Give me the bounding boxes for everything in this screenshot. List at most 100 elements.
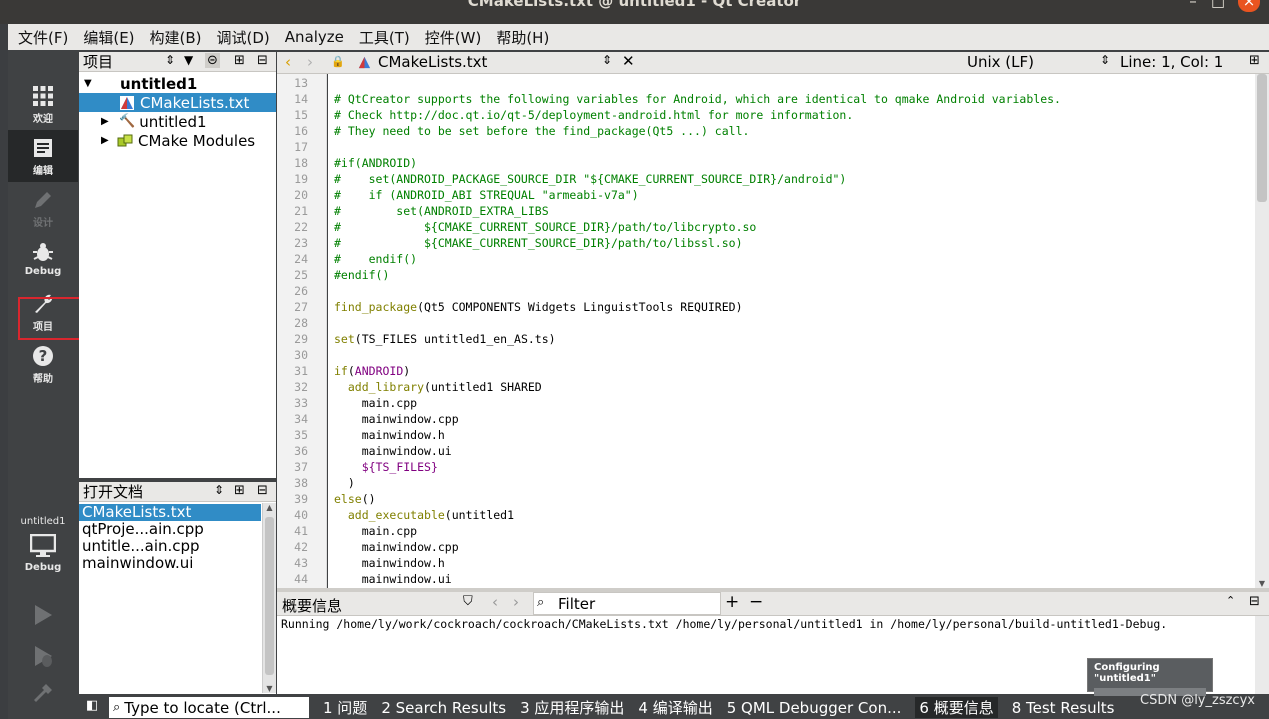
code-line: mainwindow.cpp xyxy=(334,412,459,426)
tab-general-messages[interactable]: 6 概要信息 xyxy=(915,697,998,718)
output-scrollbar[interactable] xyxy=(1255,616,1269,694)
filter-input[interactable]: ⌕ Filter xyxy=(533,592,721,615)
output-pane-title: 概要信息 xyxy=(282,597,343,615)
search-icon: ⌕ xyxy=(113,700,121,715)
open-documents-scrollbar[interactable]: ▲ ▼ xyxy=(262,503,276,693)
mode-help[interactable]: ? 帮助 xyxy=(8,338,78,390)
forward-icon[interactable]: › xyxy=(307,53,313,71)
mode-design[interactable]: 设计 xyxy=(8,182,78,234)
filter-icon[interactable]: ▼ xyxy=(184,53,193,67)
menu-debug[interactable]: 调试(D) xyxy=(217,27,270,48)
tree-item-label: CMakeLists.txt xyxy=(140,93,250,112)
window-title: CMakeLists.txt @ untitled1 - Qt Creator xyxy=(467,0,802,10)
progress-popup[interactable]: Configuring "untitled1" xyxy=(1087,658,1213,696)
line-number: 16 xyxy=(294,124,308,138)
prev-icon[interactable]: ‹ xyxy=(492,593,498,611)
output-pane-header: 概要信息 ⛉ ‹ › ⌕ Filter + − ⌃ ⊟ xyxy=(277,592,1269,616)
menu-edit[interactable]: 编辑(E) xyxy=(83,27,134,48)
menu-help[interactable]: 帮助(H) xyxy=(496,27,549,48)
line-number: 31 xyxy=(294,364,308,378)
scroll-up-icon[interactable]: ▲ xyxy=(263,503,276,512)
output-text: Running /home/ly/work/cockroach/cockroac… xyxy=(281,617,1168,631)
line-number: 42 xyxy=(294,540,308,554)
build-hammer-icon[interactable] xyxy=(32,680,54,704)
menu-file[interactable]: 文件(F) xyxy=(18,27,68,48)
split-icon[interactable]: ⊞ xyxy=(234,53,245,68)
next-icon[interactable]: › xyxy=(513,593,519,611)
editor-scrollbar[interactable]: ▲ ▼ xyxy=(1255,74,1269,588)
link-icon[interactable]: ⊝ xyxy=(205,53,220,68)
mode-welcome[interactable]: 欢迎 xyxy=(8,78,78,130)
dropdown-arrows-icon[interactable]: ⇕ xyxy=(1100,53,1110,67)
scroll-down-icon[interactable]: ▼ xyxy=(263,684,276,693)
menu-analyze[interactable]: Analyze xyxy=(285,28,344,46)
minimize-icon[interactable]: – xyxy=(1182,0,1204,12)
mode-label: 帮助 xyxy=(33,374,53,385)
tree-item-cmakelists[interactable]: CMakeLists.txt xyxy=(79,93,276,112)
toggle-sidebar-icon[interactable]: ◧ xyxy=(86,698,98,713)
close-panel-icon[interactable]: ⊟ xyxy=(257,483,268,498)
split-icon[interactable]: ⊞ xyxy=(234,483,245,498)
menu-tools[interactable]: 工具(T) xyxy=(359,27,410,48)
close-document-icon[interactable]: ✕ xyxy=(622,52,635,70)
line-number: 23 xyxy=(294,236,308,250)
search-icon: ⌕ xyxy=(537,595,545,610)
menu-window[interactable]: 控件(W) xyxy=(425,27,482,48)
mode-debug[interactable]: Debug xyxy=(8,234,78,286)
open-doc-item[interactable]: qtProje...ain.cpp xyxy=(79,521,204,538)
clear-output-icon[interactable]: ⛉ xyxy=(463,594,473,609)
code-line: # set(ANDROID_EXTRA_LIBS xyxy=(334,204,549,218)
line-number: 40 xyxy=(294,508,308,522)
zoom-in-icon[interactable]: + xyxy=(725,592,739,612)
kit-selector[interactable]: Debug xyxy=(8,534,78,584)
debug-run-icon[interactable] xyxy=(32,644,54,668)
code-editor[interactable]: # QtCreator supports the following varia… xyxy=(328,74,1255,588)
maximize-icon[interactable]: □ xyxy=(1207,0,1229,12)
close-pane-icon[interactable]: ⊟ xyxy=(1249,594,1260,609)
maximize-pane-icon[interactable]: ⌃ xyxy=(1226,594,1235,607)
view-select-arrows-icon[interactable]: ⇕ xyxy=(214,483,224,497)
tab-test-results[interactable]: 8 Test Results xyxy=(1012,699,1115,717)
expand-right-icon[interactable]: ▶ xyxy=(101,116,117,127)
menu-build[interactable]: 构建(B) xyxy=(150,27,202,48)
mode-edit[interactable]: 编辑 xyxy=(8,130,78,182)
code-line: ) xyxy=(334,476,355,490)
scroll-down-icon[interactable]: ▼ xyxy=(1255,579,1269,588)
locator-input[interactable]: ⌕ Type to locate (Ctrl... xyxy=(109,697,309,718)
line-number: 20 xyxy=(294,188,308,202)
tab-issues[interactable]: 1 问题 xyxy=(323,697,367,718)
open-doc-item[interactable]: CMakeLists.txt xyxy=(79,504,261,521)
open-doc-item[interactable]: untitle...ain.cpp xyxy=(79,538,200,555)
open-documents-panel: 打开文档 ⇕ ⊞ ⊟ CMakeLists.txt qtProje...ain.… xyxy=(79,482,276,694)
kit-build-label: Debug xyxy=(24,562,62,573)
expand-right-icon[interactable]: ▶ xyxy=(101,135,117,146)
line-ending-selector[interactable]: Unix (LF) xyxy=(967,53,1034,71)
tab-compile-output[interactable]: 4 编译输出 xyxy=(638,697,712,718)
back-icon[interactable]: ‹ xyxy=(285,53,291,71)
scrollbar-thumb[interactable] xyxy=(265,517,274,675)
zoom-out-icon[interactable]: − xyxy=(749,592,763,612)
tree-item-target[interactable]: ▶ 🔨 untitled1 xyxy=(79,112,276,131)
tab-application-output[interactable]: 3 应用程序输出 xyxy=(520,697,624,718)
tab-qml-debugger[interactable]: 5 QML Debugger Con... xyxy=(727,699,902,717)
view-select-arrows-icon[interactable]: ⇕ xyxy=(165,53,175,67)
code-line: mainwindow.h xyxy=(334,556,445,570)
tree-item-cmake-modules[interactable]: ▶ CMake Modules xyxy=(79,131,276,150)
close-panel-icon[interactable]: ⊟ xyxy=(257,53,268,68)
run-icon[interactable] xyxy=(32,603,54,627)
open-doc-item[interactable]: mainwindow.ui xyxy=(79,555,193,572)
code-line: # endif() xyxy=(334,252,418,266)
mode-label: 欢迎 xyxy=(33,114,53,125)
split-icon[interactable]: ⊞ xyxy=(1249,53,1260,68)
tab-search-results[interactable]: 2 Search Results xyxy=(381,699,506,717)
editor-file-dropdown[interactable]: CMakeLists.txt xyxy=(378,53,487,71)
dropdown-arrows-icon[interactable]: ⇕ xyxy=(602,53,612,67)
expand-down-icon[interactable]: ▼ xyxy=(84,78,100,89)
close-icon[interactable]: × xyxy=(1238,0,1260,12)
code-line: add_executable(untitled1 xyxy=(347,508,515,522)
tree-item-project[interactable]: ▼ untitled1 xyxy=(79,74,276,93)
cursor-position[interactable]: Line: 1, Col: 1 xyxy=(1120,53,1223,71)
code-line: #if(ANDROID) xyxy=(334,156,418,170)
code-line: ${TS_FILES} xyxy=(361,460,438,474)
scrollbar-thumb[interactable] xyxy=(1257,74,1267,202)
